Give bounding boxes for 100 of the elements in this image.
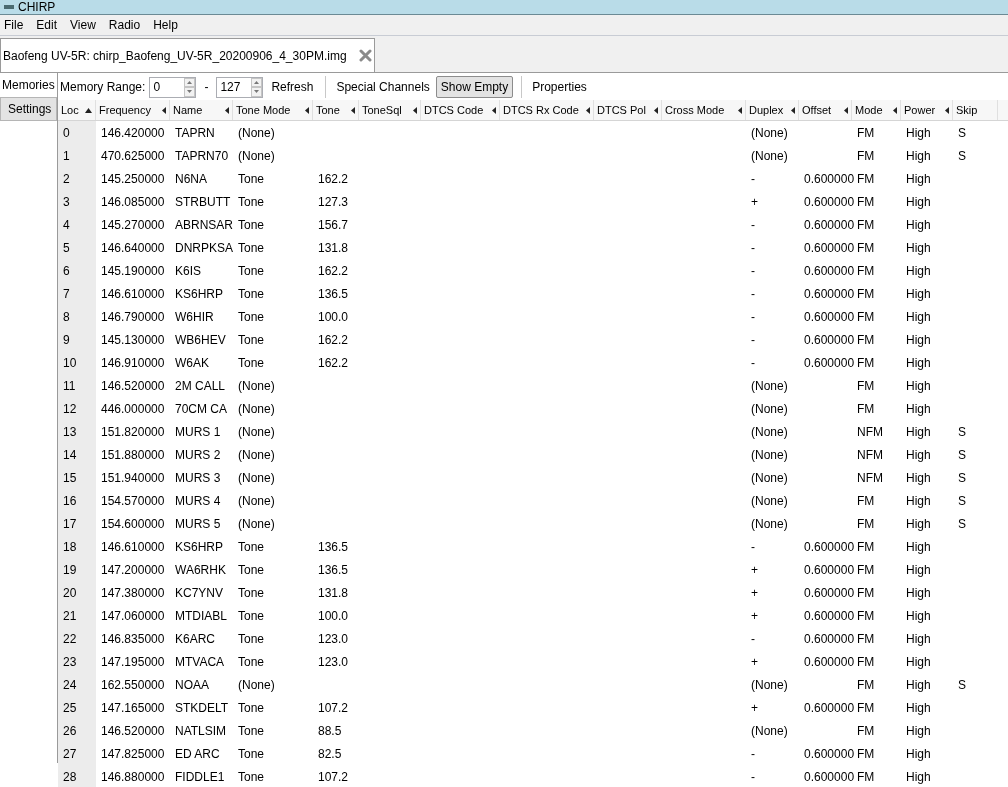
table-cell: 19	[58, 558, 96, 581]
table-cell-text: -	[750, 331, 756, 349]
table-cell-text: High	[905, 676, 932, 694]
table-cell-text: -	[750, 216, 756, 234]
column-header[interactable]: Frequency	[96, 100, 170, 120]
table-cell-text: 82.5	[317, 745, 343, 763]
table-cell-text: 156.7	[317, 216, 350, 234]
table-cell-text: MURS 2	[174, 446, 222, 464]
table-cell: 24	[58, 673, 96, 696]
table-cell-text: Tone	[237, 285, 266, 303]
table-cell-text: KS6HRP	[174, 538, 225, 556]
table-cell-text: High	[905, 216, 932, 234]
table-cell-text: 151.820000	[100, 423, 166, 441]
spinner-arrows-icon[interactable]	[251, 77, 263, 97]
column-header[interactable]: Name	[170, 100, 233, 120]
file-tab[interactable]: Baofeng UV-5R: chirp_Baofeng_UV-5R_20200906_4_30PM.img	[0, 38, 375, 72]
table-cell-text: 162.2	[317, 331, 350, 349]
table-cell-text: Tone	[237, 584, 266, 602]
column-header[interactable]: Mode	[852, 100, 901, 120]
column-header[interactable]: ToneSql	[359, 100, 421, 120]
table-cell-text: FM	[856, 377, 876, 395]
table-cell-text: S	[957, 446, 967, 464]
column-header[interactable]: DTCS Rx Code	[500, 100, 594, 120]
table-cell-text: High	[905, 331, 932, 349]
spinner-arrows-icon[interactable]	[184, 77, 196, 97]
close-icon[interactable]	[358, 49, 372, 62]
table-cell-text: KC7YNV	[174, 584, 225, 602]
table-cell-text: FM	[856, 331, 876, 349]
table-cell-text: 147.165000	[100, 699, 166, 717]
table-cell-text: (None)	[237, 400, 276, 418]
menu-item[interactable]: Help	[149, 16, 182, 34]
table-cell: 14	[58, 443, 96, 466]
table-cell-text: -	[750, 354, 756, 372]
column-header[interactable]: DTCS Code	[421, 100, 500, 120]
table-cell-text: 146.880000	[100, 768, 166, 786]
table-cell-text: FM	[856, 262, 876, 280]
table-cell-text: KS6HRP	[174, 285, 225, 303]
menu-item[interactable]: Edit	[32, 16, 62, 34]
table-cell-text: High	[905, 584, 932, 602]
column-header[interactable]: DTCS Pol	[594, 100, 662, 120]
menu-item[interactable]: File	[0, 16, 28, 34]
table-cell-text: High	[905, 538, 932, 556]
refresh-button[interactable]: Refresh	[267, 76, 318, 98]
table-cell-text: ABRNSAR	[174, 216, 233, 234]
special-channels-button[interactable]: Special Channels	[334, 76, 432, 98]
table-cell-text: -	[750, 308, 756, 326]
table-cell-text: +	[750, 699, 759, 717]
table-cell-text: S	[957, 469, 967, 487]
table-cell-text: MURS 5	[174, 515, 222, 533]
number-field[interactable]: 127	[216, 76, 264, 98]
table-cell: 25	[58, 696, 96, 719]
column-header[interactable]: Cross Mode	[662, 100, 746, 120]
table-cell-text: High	[905, 239, 932, 257]
column-header[interactable]: Duplex	[746, 100, 799, 120]
table-cell-text: 0.600000	[803, 193, 852, 211]
column-header[interactable]: Tone	[313, 100, 359, 120]
side-tab[interactable]: Settings	[0, 97, 57, 121]
table-cell-text: ED ARC	[174, 745, 221, 763]
table-cell-text: FM	[856, 400, 876, 418]
table-cell-text: 0.600000	[803, 745, 852, 763]
table-cell-text: MTDIABL	[174, 607, 228, 625]
table-cell-text: K6IS	[174, 262, 202, 280]
properties-button[interactable]: Properties	[530, 76, 589, 98]
table-cell-text: +	[750, 584, 759, 602]
table-cell-text: 131.8	[317, 239, 350, 257]
table-cell-text: 136.5	[317, 285, 350, 303]
table-cell-text: (None)	[750, 423, 789, 441]
column-header[interactable]: Power	[901, 100, 953, 120]
table-cell-text: 136.5	[317, 538, 350, 556]
table-cell-text: Tone	[237, 331, 266, 349]
table-cell-text: High	[905, 607, 932, 625]
table-cell-text: FM	[856, 124, 876, 142]
table-cell-text: STKDELT	[174, 699, 230, 717]
table-cell-text: 151.940000	[100, 469, 166, 487]
table-cell-text: High	[905, 492, 932, 510]
table-cell-text: 0.600000	[803, 538, 852, 556]
table-cell-text: High	[905, 354, 932, 372]
table-cell-text: (None)	[750, 446, 789, 464]
column-header[interactable]: Tone Mode	[233, 100, 313, 120]
table-cell: 23	[58, 650, 96, 673]
table-cell-text: FM	[856, 630, 876, 648]
table-cell-text: +	[750, 561, 759, 579]
show-empty-button[interactable]: Show Empty	[435, 76, 514, 98]
table-cell-text: (None)	[750, 722, 789, 740]
table-cell-text: MTVACA	[174, 653, 226, 671]
table-cell: 18	[58, 535, 96, 558]
number-field[interactable]: 0	[149, 76, 197, 98]
table-cell-text: 146.610000	[100, 285, 166, 303]
menu-item[interactable]: Radio	[104, 16, 145, 34]
table-cell-text: Tone	[237, 193, 266, 211]
column-header[interactable]: Offset	[799, 100, 852, 120]
table-cell-text: +	[750, 607, 759, 625]
table-cell: 17	[58, 512, 96, 535]
table-cell-text: 0.600000	[803, 768, 852, 786]
table-cell-text: 0.600000	[803, 607, 852, 625]
column-header[interactable]: Loc	[58, 100, 96, 120]
table-cell: 0	[58, 121, 96, 144]
menu-item[interactable]: View	[66, 16, 100, 34]
column-header[interactable]: Skip	[953, 100, 998, 120]
table-cell-text: 147.060000	[100, 607, 166, 625]
